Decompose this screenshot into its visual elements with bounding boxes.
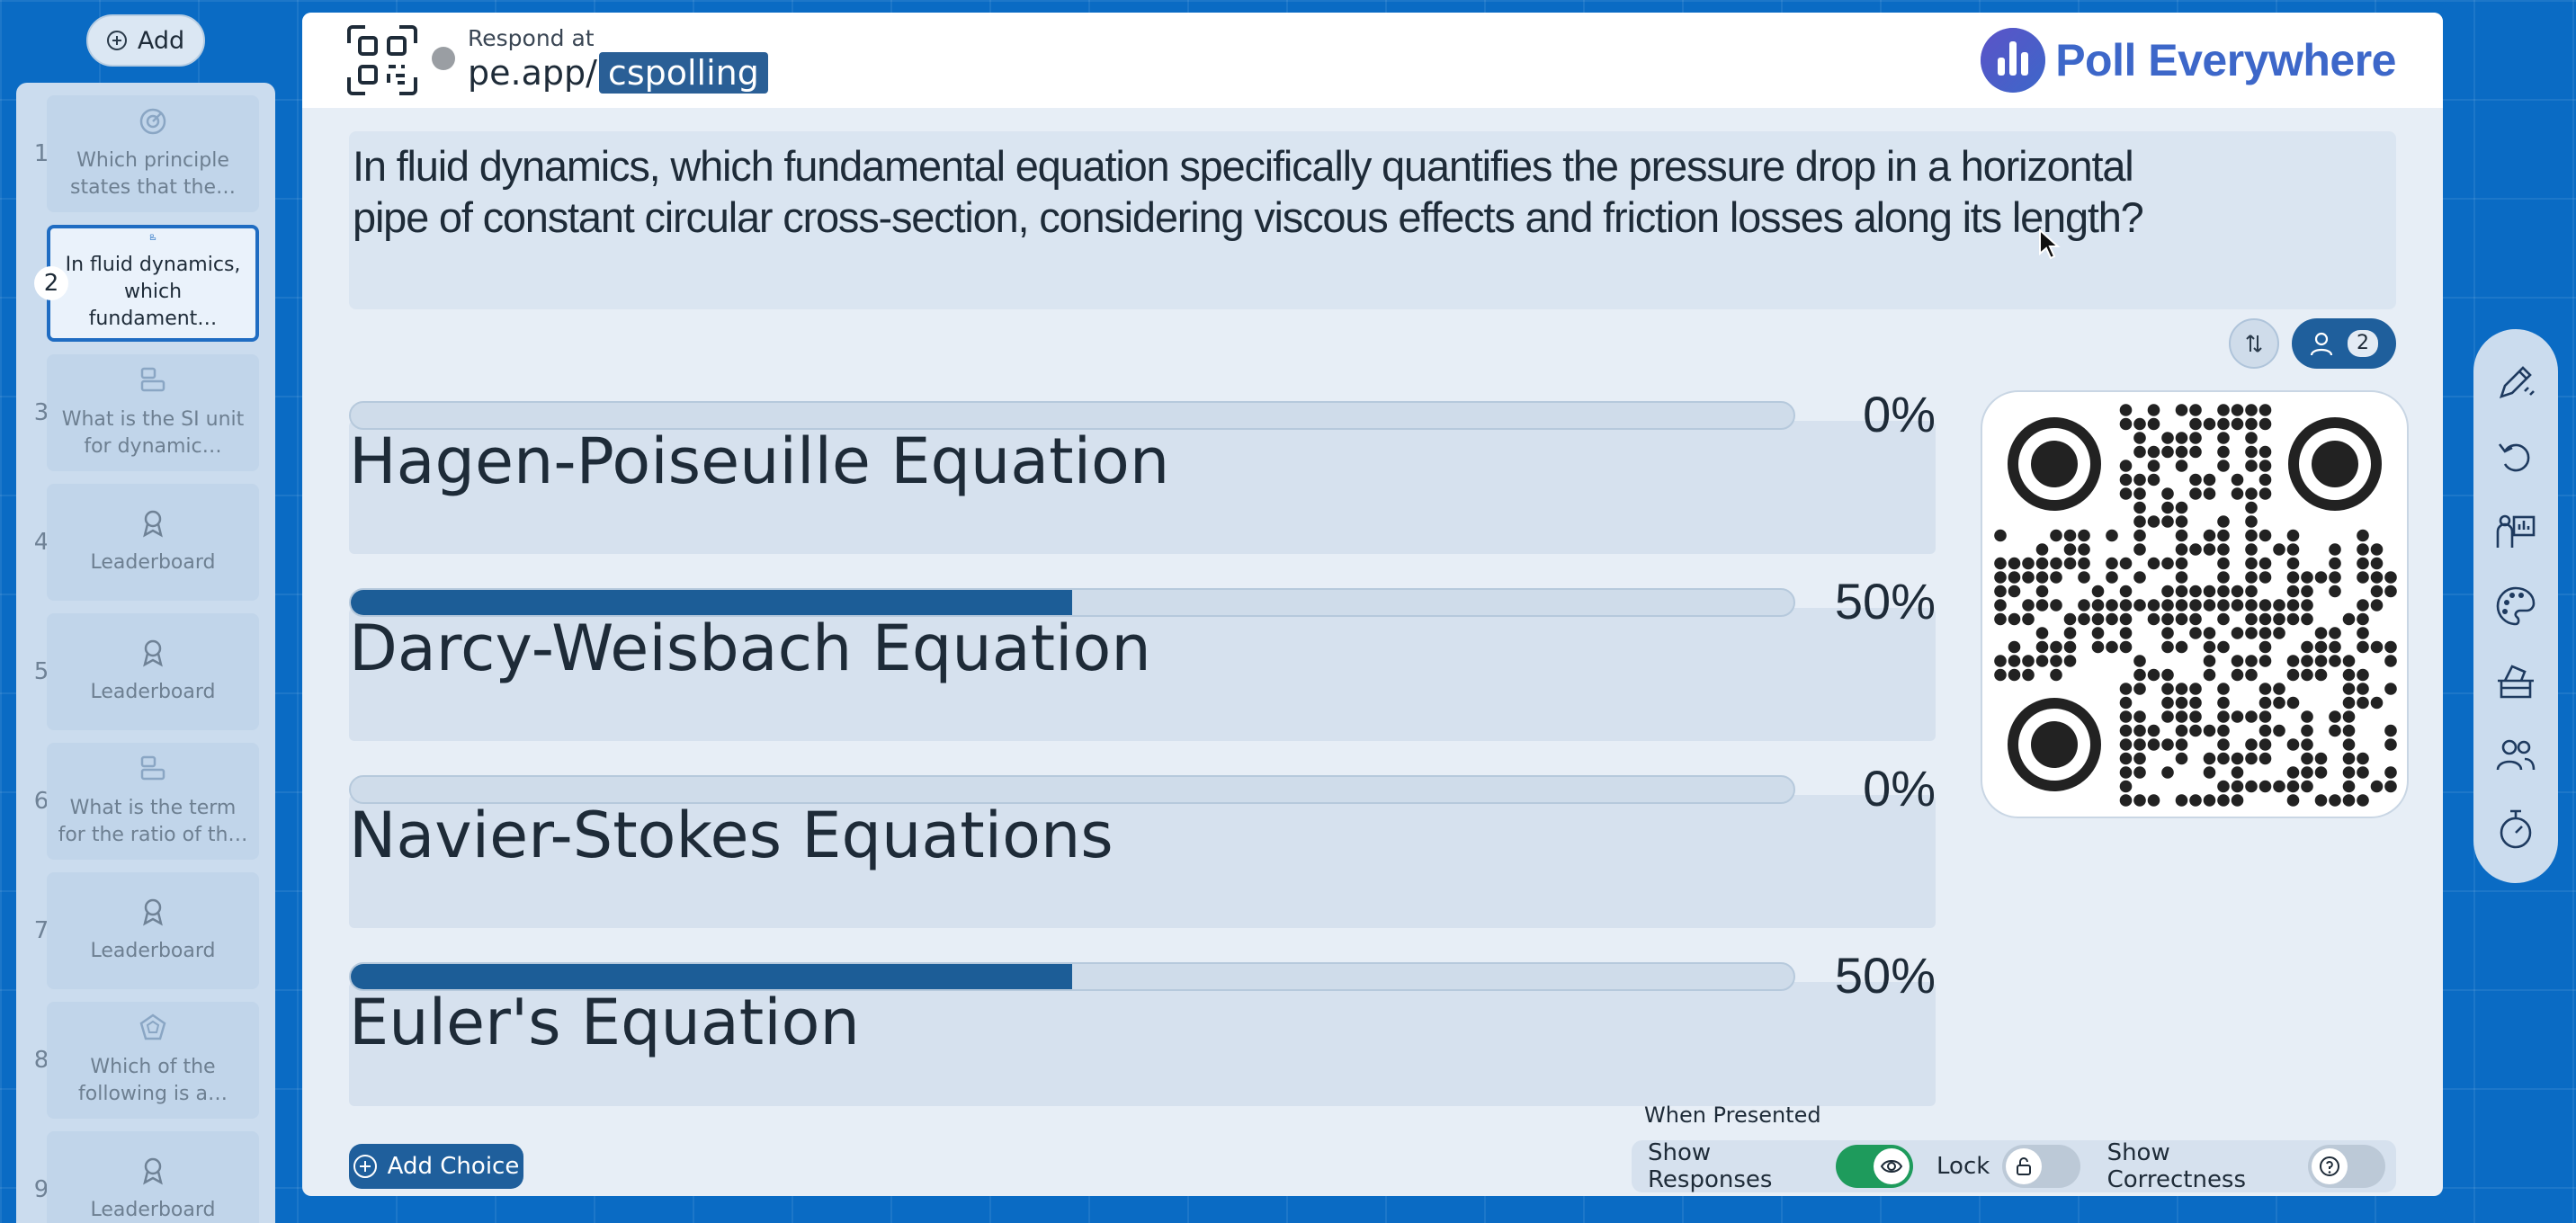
response-count-button[interactable]: 2 bbox=[2292, 318, 2396, 369]
competition-icon bbox=[139, 1013, 166, 1040]
mouse-cursor-icon bbox=[2039, 228, 2061, 260]
url-code: cspolling bbox=[598, 52, 768, 94]
response-count-badge: 2 bbox=[2348, 330, 2378, 357]
slide-sidebar: 1 Which principle states that the… 2 In … bbox=[16, 83, 275, 1223]
choice-item[interactable]: 50% Darcy-Weisbach Equation bbox=[349, 572, 1936, 741]
question-line: In fluid dynamics, which fundamental equ… bbox=[353, 142, 2134, 190]
plus-circle-icon bbox=[353, 1155, 377, 1178]
slide-thumb-8[interactable]: 8 Which of the following is a… bbox=[16, 1002, 275, 1119]
reset-icon[interactable] bbox=[2492, 433, 2539, 480]
add-choice-button[interactable]: Add Choice bbox=[349, 1144, 523, 1189]
award-icon bbox=[143, 639, 163, 667]
show-correctness-toggle[interactable] bbox=[2307, 1145, 2385, 1188]
choice-label: Navier-Stokes Equations bbox=[349, 799, 1114, 872]
choice-item[interactable]: 50% Euler's Equation bbox=[349, 946, 1936, 1106]
poll-everywhere-logo-icon bbox=[1981, 28, 2046, 93]
result-percent: 0% bbox=[1863, 760, 1936, 817]
show-responses-toggle[interactable] bbox=[1835, 1145, 1914, 1188]
award-icon bbox=[143, 510, 163, 538]
slide-title: What is the SI unit for dynamic… bbox=[61, 408, 245, 458]
slide-thumb-1[interactable]: 1 Which principle states that the… bbox=[16, 95, 275, 212]
slide-thumb-9[interactable]: 9 Leaderboard bbox=[16, 1131, 275, 1223]
presenter-toolbar bbox=[2473, 329, 2558, 883]
voting-booth-icon[interactable] bbox=[2492, 657, 2539, 704]
show-correctness-label: Show Correctness bbox=[2106, 1139, 2247, 1193]
award-icon bbox=[143, 1157, 163, 1185]
show-responses-label: Show Responses bbox=[1648, 1139, 1773, 1193]
sort-button[interactable] bbox=[2229, 318, 2279, 369]
brand-logo: Poll Everywhere bbox=[1980, 27, 2396, 94]
when-presented-label: When Presented bbox=[1644, 1102, 1821, 1128]
question-text[interactable]: In fluid dynamics, which fundamental equ… bbox=[349, 131, 2396, 309]
question-mark-icon bbox=[2311, 1148, 2348, 1184]
lock-icon bbox=[2006, 1148, 2043, 1184]
result-percent: 0% bbox=[1863, 386, 1936, 442]
qr-code-icon[interactable] bbox=[345, 23, 419, 97]
participants-icon[interactable] bbox=[2492, 732, 2539, 779]
lock-toggle[interactable] bbox=[2002, 1145, 2080, 1188]
response-header: Respond at pe.app/ cspolling Poll Everyw… bbox=[302, 13, 2443, 108]
slide-thumb-2[interactable]: 2 In fluid dynamics, which fundament… bbox=[16, 225, 275, 342]
choice-item[interactable]: 0% Navier-Stokes Equations bbox=[349, 759, 1936, 928]
brand-name: Poll Everywhere bbox=[2055, 35, 2396, 85]
response-url[interactable]: pe.app/ cspolling bbox=[468, 52, 768, 94]
palette-icon[interactable] bbox=[2492, 583, 2539, 629]
slide-title: In fluid dynamics, which fundament… bbox=[65, 254, 241, 330]
choice-label: Euler's Equation bbox=[349, 986, 860, 1059]
slide-thumb-4[interactable]: 4 Leaderboard bbox=[16, 484, 275, 601]
eye-icon bbox=[1874, 1148, 1910, 1184]
qr-code-image bbox=[1994, 404, 2397, 807]
result-percent: 50% bbox=[1834, 947, 1936, 1004]
respond-at-label: Respond at bbox=[468, 25, 595, 51]
qr-code[interactable] bbox=[1981, 390, 2409, 818]
timer-icon[interactable] bbox=[2492, 806, 2539, 853]
choice-label: Hagen-Poiseuille Equation bbox=[349, 424, 1170, 498]
presentation-panel: Respond at pe.app/ cspolling Poll Everyw… bbox=[302, 13, 2443, 1196]
slide-title: Leaderboard bbox=[90, 1199, 216, 1221]
url-prefix: pe.app/ bbox=[468, 53, 597, 93]
question-line: pipe of constant circular cross-section,… bbox=[353, 193, 2144, 241]
bar-chart-icon bbox=[149, 234, 157, 240]
presentation-controls: Show Responses Lock Show Correctness bbox=[1632, 1139, 2396, 1193]
lock-label: Lock bbox=[1936, 1153, 1990, 1180]
target-icon bbox=[139, 108, 166, 135]
slide-title: Which principle states that the… bbox=[70, 149, 236, 199]
award-icon bbox=[143, 898, 163, 926]
choice-item[interactable]: 0% Hagen-Poiseuille Equation bbox=[349, 385, 1936, 554]
slide-title: What is the term for the ratio of th… bbox=[58, 797, 248, 846]
slide-thumb-5[interactable]: 5 Leaderboard bbox=[16, 613, 275, 730]
bar-chart-icon bbox=[140, 755, 165, 781]
slide-thumb-6[interactable]: 6 What is the term for the ratio of th… bbox=[16, 743, 275, 860]
sort-arrows-icon bbox=[2246, 335, 2262, 353]
slide-title: Which of the following is a… bbox=[78, 1056, 228, 1105]
slide-title: Leaderboard bbox=[90, 551, 216, 574]
result-percent: 50% bbox=[1834, 573, 1936, 629]
person-icon bbox=[2310, 332, 2333, 356]
pen-icon[interactable] bbox=[2492, 359, 2539, 406]
slide-title: Leaderboard bbox=[90, 681, 216, 703]
presenter-icon[interactable] bbox=[2492, 508, 2539, 555]
status-dot bbox=[432, 47, 455, 70]
add-button[interactable]: Add bbox=[86, 14, 205, 67]
add-choice-label: Add Choice bbox=[387, 1153, 520, 1180]
plus-circle-icon bbox=[106, 31, 127, 50]
slide-thumb-7[interactable]: 7 Leaderboard bbox=[16, 872, 275, 989]
slide-title: Leaderboard bbox=[90, 940, 216, 962]
add-button-label: Add bbox=[137, 26, 185, 55]
slide-thumb-3[interactable]: 3 What is the SI unit for dynamic… bbox=[16, 354, 275, 471]
choice-label: Darcy-Weisbach Equation bbox=[349, 612, 1151, 685]
bar-chart-icon bbox=[140, 367, 165, 392]
slide-number: 2 bbox=[34, 266, 68, 300]
